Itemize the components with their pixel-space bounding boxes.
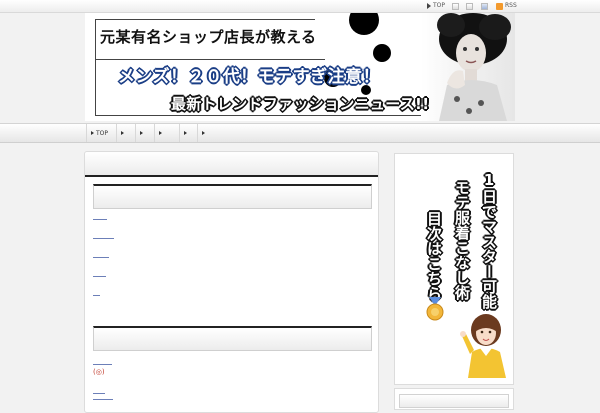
banner-frame-line xyxy=(95,19,315,20)
top-link-label: TOP xyxy=(433,2,446,9)
ad-image: 1日でマスター可能 モテ服着こなし術 目次はこちら xyxy=(398,157,510,381)
banner-dot xyxy=(373,44,391,62)
nav-item[interactable] xyxy=(179,124,189,142)
arrow-right-icon xyxy=(427,3,431,9)
entry-marker: (◎) xyxy=(93,368,105,376)
global-nav: TOP xyxy=(0,123,600,143)
main-content: (◎) xyxy=(84,151,379,413)
sidebar-ad-banner[interactable]: 1日でマスター可能 モテ服着こなし術 目次はこちら xyxy=(394,153,514,385)
ad-girl-illustration xyxy=(460,312,508,378)
sidebar-widget-heading xyxy=(399,394,509,408)
rss-link[interactable]: RSS xyxy=(496,1,517,11)
medal-icon xyxy=(424,297,446,321)
article-link[interactable] xyxy=(93,257,109,258)
section-heading xyxy=(93,326,372,351)
bookmark-icon xyxy=(452,2,459,10)
article-link[interactable] xyxy=(93,238,114,239)
ad-text-column: モテ服着こなし術 xyxy=(453,180,471,300)
article-link[interactable] xyxy=(93,276,106,277)
banner-frame-line xyxy=(95,59,325,60)
sidebar-widget xyxy=(394,388,514,410)
banner-subtitle: 最新トレンドファッションニュース!! xyxy=(171,95,430,113)
article-link[interactable] xyxy=(93,219,107,220)
nav-item-label: TOP xyxy=(96,129,109,137)
share-icon xyxy=(466,2,473,10)
entry-category-tag[interactable] xyxy=(93,388,105,394)
banner-frame-line xyxy=(95,19,96,115)
rss-icon xyxy=(496,2,503,10)
arrow-right-icon xyxy=(202,131,205,135)
hatena-button[interactable] xyxy=(481,1,488,11)
arrow-right-icon xyxy=(91,131,94,135)
page-title-bar xyxy=(85,152,378,177)
banner-tagline: 元某有名ショップ店長が教える xyxy=(100,28,317,46)
rss-link-label: RSS xyxy=(505,2,517,9)
top-link[interactable]: TOP xyxy=(427,1,445,11)
arrow-right-icon xyxy=(140,131,143,135)
nav-item-top[interactable]: TOP xyxy=(86,124,108,142)
arrow-right-icon xyxy=(121,131,124,135)
ad-text-column: 1日でマスター可能 xyxy=(480,171,498,309)
arrow-right-icon xyxy=(184,131,187,135)
banner-model-photo xyxy=(421,13,515,121)
nav-item[interactable] xyxy=(135,124,145,142)
arrow-right-icon xyxy=(159,131,162,135)
top-utility-bar: TOP RSS xyxy=(0,0,600,13)
ad-text-column: 目次はこちら xyxy=(425,211,443,301)
entry-category-tag[interactable] xyxy=(93,359,112,365)
bookmark-button[interactable] xyxy=(452,1,459,11)
section-heading xyxy=(93,184,372,209)
banner-dot xyxy=(349,13,379,35)
header-banner[interactable]: 元某有名ショップ店長が教える メンズ！２０代！モテすぎ注意！ 最新トレンドファッ… xyxy=(85,13,515,121)
article-link[interactable] xyxy=(93,295,100,296)
nav-item[interactable] xyxy=(116,124,126,142)
nav-item[interactable] xyxy=(197,124,207,142)
hatena-icon xyxy=(481,2,488,10)
banner-frame-line xyxy=(95,115,425,116)
banner-title: メンズ！２０代！モテすぎ注意！ xyxy=(118,67,381,87)
share-button[interactable] xyxy=(466,1,473,11)
nav-item[interactable] xyxy=(154,124,164,142)
